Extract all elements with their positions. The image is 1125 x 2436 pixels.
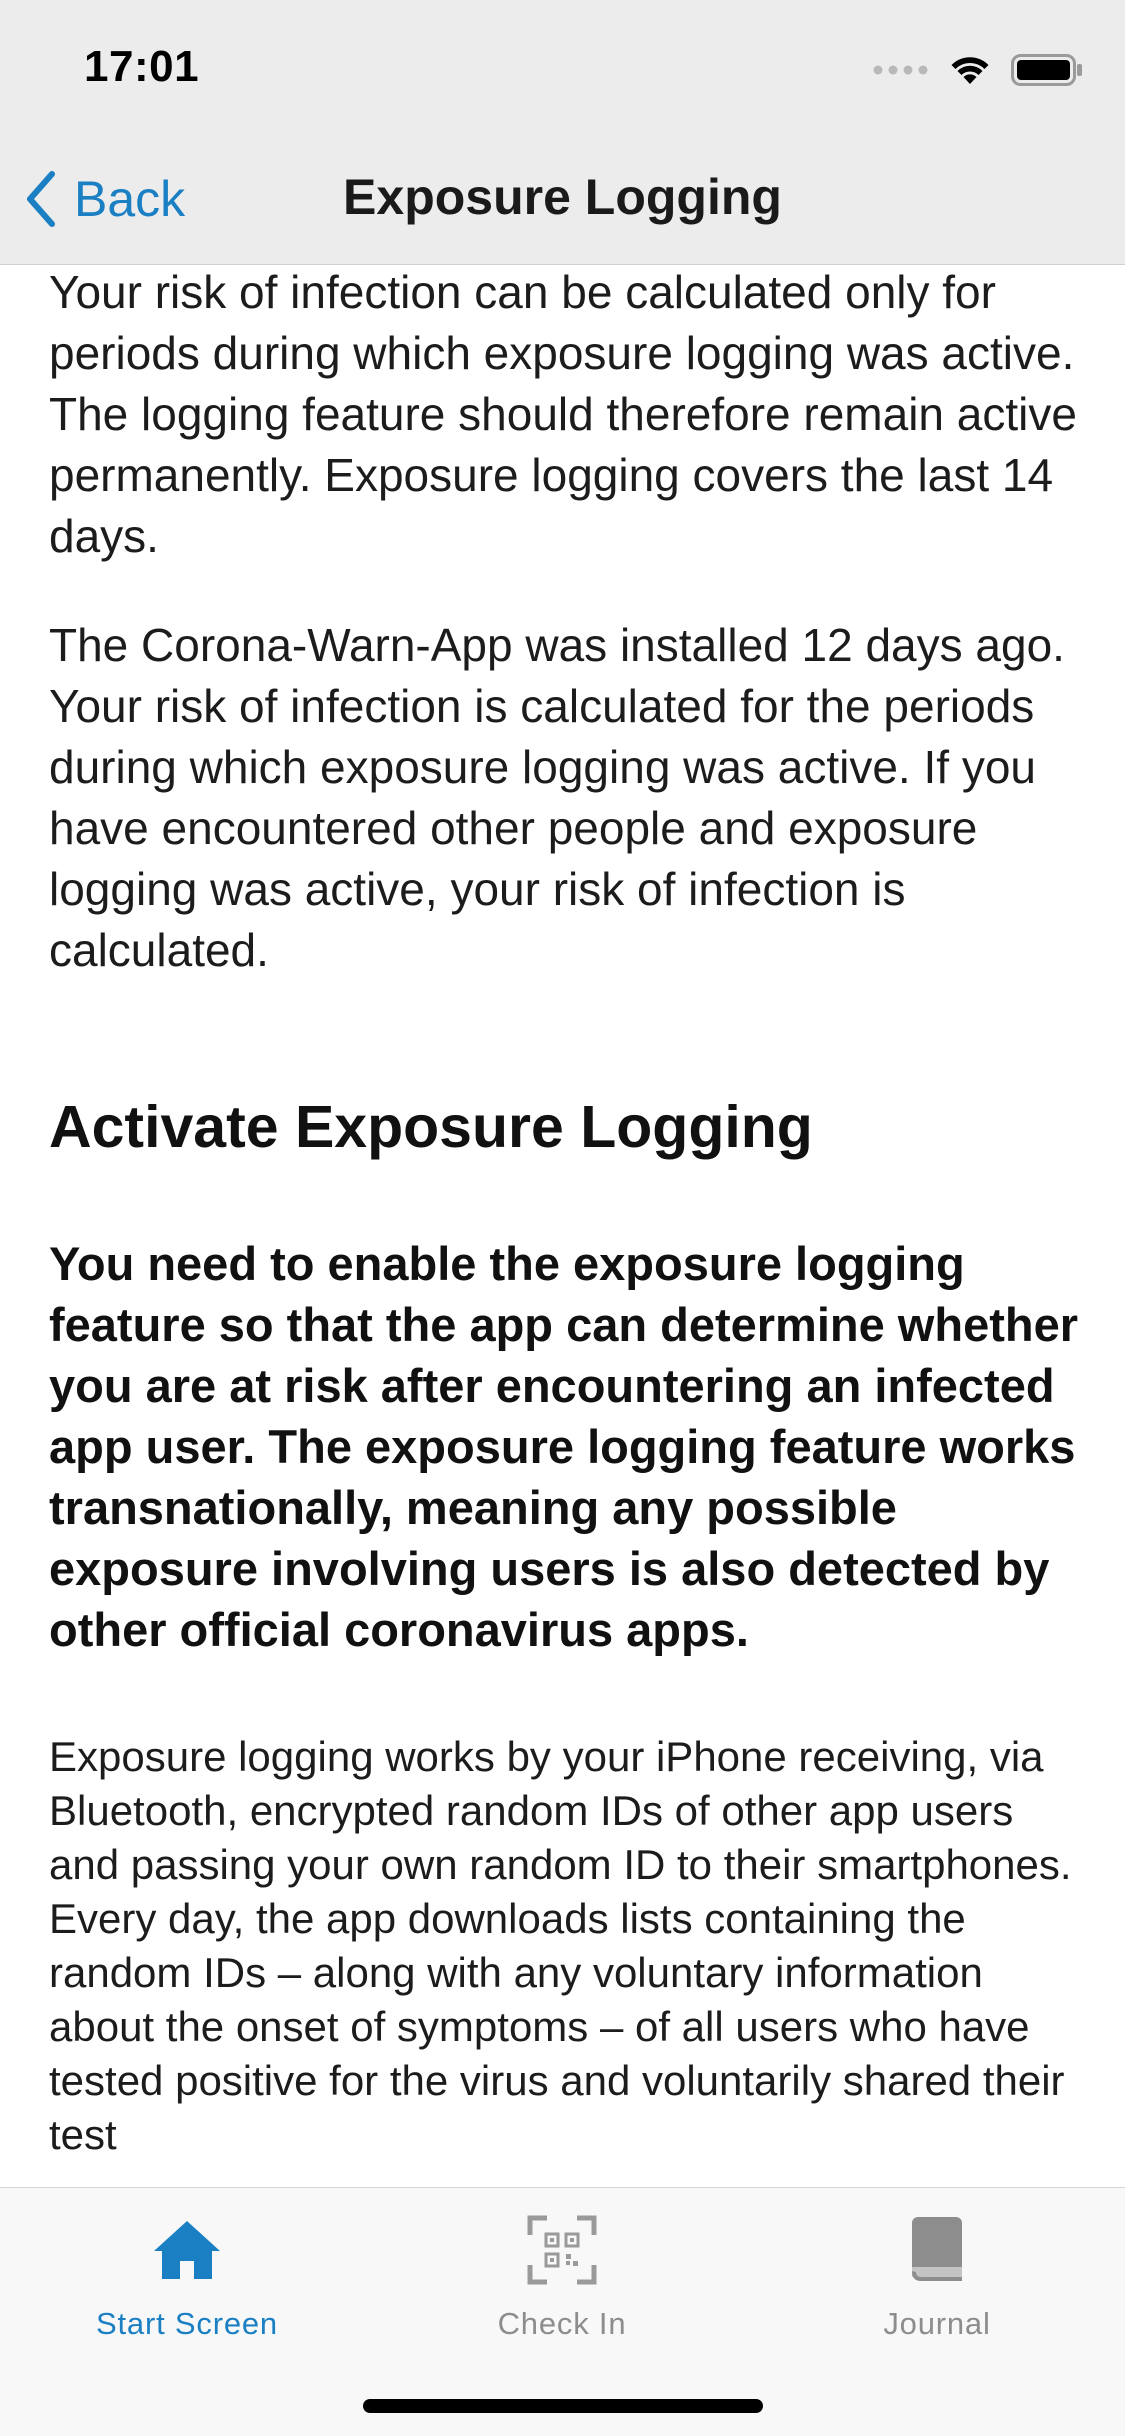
- tab-label: Check In: [497, 2306, 627, 2341]
- house-icon: [147, 2210, 227, 2290]
- content-scroll-area[interactable]: Your risk of infection can be calculated…: [49, 262, 1079, 2162]
- info-paragraph: Your risk of infection can be calculated…: [49, 266, 1077, 562]
- home-indicator: [363, 2399, 763, 2413]
- status-icons: [873, 48, 1083, 92]
- tab-journal[interactable]: Journal: [807, 2210, 1067, 2342]
- page-title: Exposure Logging: [343, 169, 782, 225]
- book-icon: [897, 2210, 977, 2290]
- tab-check-in[interactable]: Check In: [432, 2210, 692, 2342]
- section-heading: Activate Exposure Logging: [49, 1094, 813, 1160]
- tab-label: Start Screen: [96, 2306, 278, 2341]
- tab-start-screen[interactable]: Start Screen: [57, 2210, 317, 2342]
- screen: 17:01 Back Exposure Logging Your risk of…: [0, 0, 1125, 2436]
- info-paragraph: The Corona-Warn-App was installed 12 day…: [49, 619, 1065, 976]
- qr-scan-icon: [522, 2210, 602, 2290]
- body-paragraph: Exposure logging works by your iPhone re…: [49, 1733, 1072, 2158]
- emphasis-paragraph: You need to enable the exposure logging …: [49, 1237, 1078, 1656]
- cellular-signal-icon: [873, 65, 928, 75]
- wifi-icon: [951, 57, 989, 84]
- tab-label: Journal: [883, 2306, 991, 2341]
- navigation-header: 17:01 Back Exposure Logging: [0, 0, 1125, 265]
- status-time: 17:01: [84, 42, 200, 91]
- battery-icon: [1011, 54, 1082, 86]
